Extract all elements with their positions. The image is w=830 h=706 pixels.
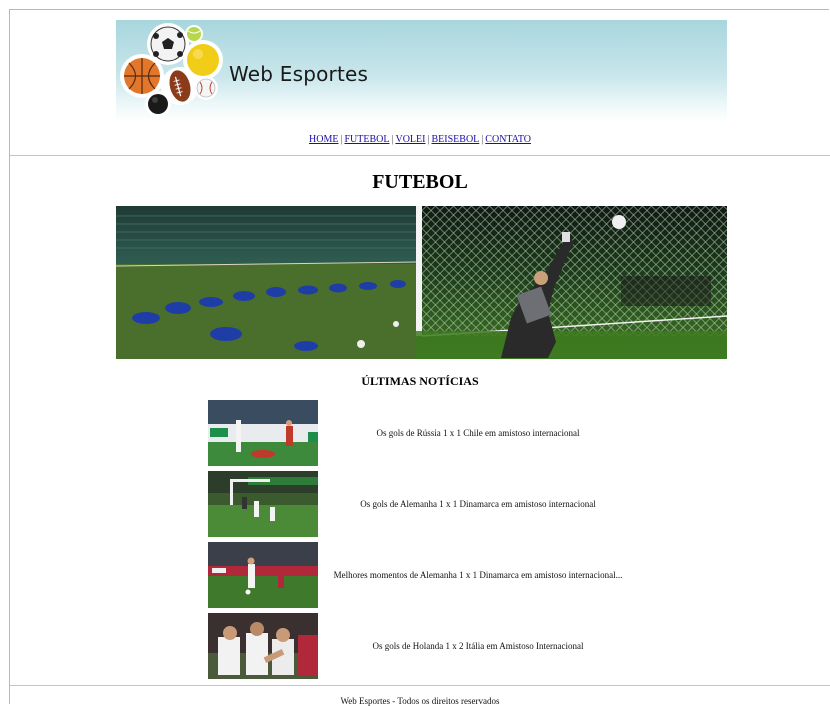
news-list: Os gols de Rússia 1 x 1 Chile em amistos… xyxy=(208,400,648,684)
news-link[interactable]: Os gols de Holanda 1 x 2 Itália em Amist… xyxy=(318,613,638,679)
news-item: Os gols de Alemanha 1 x 1 Dinamarca em a… xyxy=(208,471,648,537)
news-link[interactable]: Os gols de Alemanha 1 x 1 Dinamarca em a… xyxy=(318,471,638,537)
news-item: Os gols de Rússia 1 x 1 Chile em amistos… xyxy=(208,400,648,466)
nav-link-volei[interactable]: VOLEI xyxy=(395,134,425,145)
hero-photo xyxy=(116,206,727,359)
news-thumbnail[interactable] xyxy=(208,613,318,679)
news-link[interactable]: Os gols de Rússia 1 x 1 Chile em amistos… xyxy=(318,400,638,466)
sports-balls-logo-icon xyxy=(120,23,223,117)
page-container: Web Esportes HOME | FUTEBOL | VOLEI | BEISEBOL… xyxy=(9,9,830,706)
main-nav: HOME | FUTEBOL | VOLEI | BEISEBOL | CONTATO xyxy=(10,134,830,145)
hero-image xyxy=(116,206,727,359)
news-section-title: ÚLTIMAS NOTÍCIAS xyxy=(361,374,479,388)
page-heading: FUTEBOL xyxy=(372,171,468,193)
news-thumbnail[interactable] xyxy=(208,471,318,537)
site-title: Web Esportes xyxy=(229,62,369,86)
nav-link-contato[interactable]: CONTATO xyxy=(485,134,531,145)
footer-divider xyxy=(10,685,830,686)
footer-text: Web Esportes - Todos os direitos reserva… xyxy=(340,696,500,706)
nav-link-home[interactable]: HOME xyxy=(309,134,338,145)
header-divider xyxy=(10,155,830,156)
news-link[interactable]: Melhores momentos de Alemanha 1 x 1 Dina… xyxy=(318,542,638,608)
news-thumbnail[interactable] xyxy=(208,542,318,608)
news-item: Os gols de Holanda 1 x 2 Itália em Amist… xyxy=(208,613,648,679)
news-thumbnail[interactable] xyxy=(208,400,318,466)
site-banner: Web Esportes xyxy=(116,20,727,121)
nav-link-futebol[interactable]: FUTEBOL xyxy=(344,134,389,145)
news-item: Melhores momentos de Alemanha 1 x 1 Dina… xyxy=(208,542,648,608)
nav-link-beisebol[interactable]: BEISEBOL xyxy=(432,134,480,145)
